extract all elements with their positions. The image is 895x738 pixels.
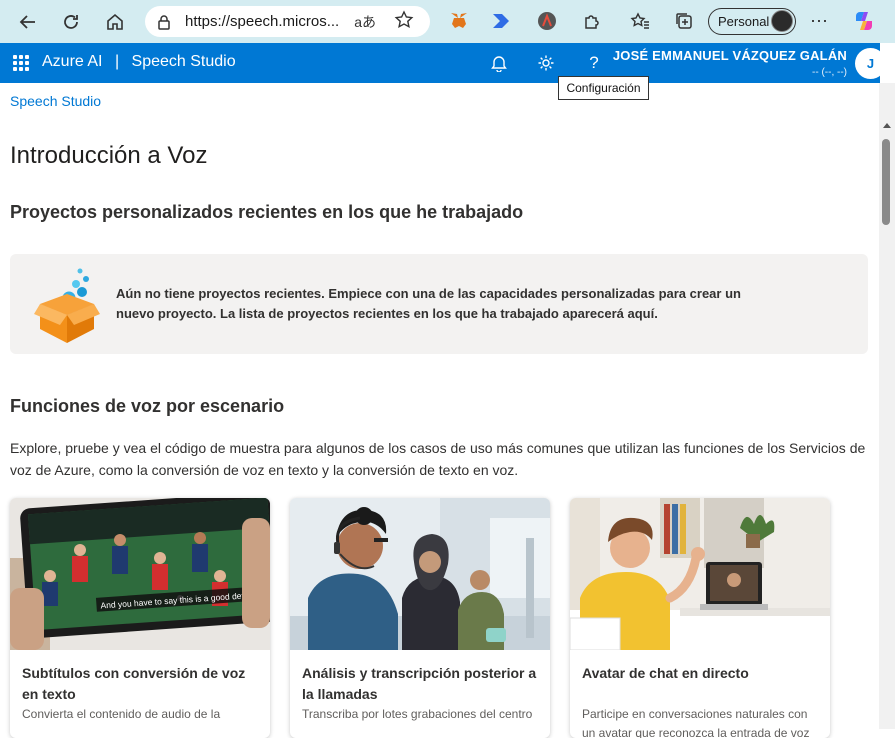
help-question-icon[interactable]: ? xyxy=(583,52,605,74)
recent-projects-empty-state: Aún no tiene proyectos recientes. Empiec… xyxy=(10,254,868,354)
copilot-icon[interactable] xyxy=(853,10,875,32)
card-title: Subtítulos con conversión de voz en text… xyxy=(22,665,246,702)
settings-tooltip: Configuración xyxy=(558,76,649,100)
favorite-star-icon[interactable] xyxy=(394,10,414,35)
read-aloud-icon[interactable]: aあ xyxy=(354,12,376,32)
power-automate-extension-icon[interactable] xyxy=(490,10,512,32)
brand-azure-ai: Azure AI xyxy=(42,53,103,70)
collections-icon[interactable] xyxy=(673,10,695,32)
app-launcher-waffle-icon[interactable] xyxy=(13,55,29,71)
url-text: https://speech.micros... xyxy=(185,13,340,30)
card-description: Convierta el contenido de audio de la xyxy=(22,707,221,721)
address-bar[interactable]: https://speech.micros... aあ xyxy=(145,6,430,37)
refresh-icon xyxy=(64,15,78,29)
breadcrumb-speech-studio[interactable]: Speech Studio xyxy=(10,93,101,109)
scenario-description: Explore, pruebe y vea el código de muest… xyxy=(10,440,866,478)
notifications-bell-icon[interactable] xyxy=(488,52,510,74)
card-title: Análisis y transcripción posterior a la … xyxy=(302,665,537,702)
metamask-extension-icon[interactable] xyxy=(448,10,470,32)
page-title: Introducción a Voz xyxy=(10,142,208,169)
user-avatar[interactable]: J xyxy=(855,48,886,79)
captioning-card-image: And you have to say this is a good defen… xyxy=(10,498,270,650)
app-header: Azure AI | Speech Studio ? JOSÉ EMMANUEL… xyxy=(0,43,880,83)
brand-separator: | xyxy=(114,53,120,70)
back-arrow-icon xyxy=(19,15,35,29)
home-button[interactable] xyxy=(101,8,129,36)
refresh-button[interactable] xyxy=(57,8,85,36)
brand-speech-studio: Speech Studio xyxy=(131,53,236,70)
settings-gear-icon[interactable] xyxy=(535,52,557,74)
home-icon xyxy=(107,13,123,30)
open-box-illustration-icon xyxy=(34,268,100,343)
lock-icon xyxy=(158,14,170,30)
recent-projects-heading: Proyectos personalizados recientes en lo… xyxy=(10,202,524,222)
extensions-puzzle-icon[interactable] xyxy=(581,10,603,32)
browser-toolbar: https://speech.micros... aあ Personal ⋯ xyxy=(0,0,895,43)
profile-button[interactable]: Personal xyxy=(708,8,796,35)
profile-label: Personal xyxy=(718,14,770,29)
extension-a-icon[interactable] xyxy=(536,10,558,32)
scrollbar-thumb[interactable] xyxy=(882,139,890,225)
scenario-card-captioning[interactable]: And you have to say this is a good defen… xyxy=(10,498,270,738)
profile-avatar xyxy=(771,10,793,32)
brand-title[interactable]: Azure AI | Speech Studio xyxy=(42,53,236,71)
call-center-card-image xyxy=(290,498,550,650)
card-description: Participe en conversaciones naturales co… xyxy=(582,707,810,738)
scenario-card-live-chat-avatar[interactable]: Avatar de chat en directo Participe en c… xyxy=(570,498,830,738)
back-button[interactable] xyxy=(14,8,42,36)
user-directory: -- (--, --) xyxy=(812,67,847,78)
page-scrollbar[interactable] xyxy=(879,83,895,729)
chat-avatar-card-image xyxy=(570,498,830,650)
scroll-up-arrow-icon[interactable] xyxy=(883,123,891,128)
card-description: Transcriba por lotes grabaciones del cen… xyxy=(302,707,533,721)
scenario-card-post-call-analytics[interactable]: Análisis y transcripción posterior a la … xyxy=(290,498,550,738)
scenario-heading: Funciones de voz por escenario xyxy=(10,396,285,416)
card-title: Avatar de chat en directo xyxy=(582,665,749,681)
more-menu-icon[interactable]: ⋯ xyxy=(808,10,830,32)
user-name[interactable]: JOSÉ EMMANUEL VÁZQUEZ GALÁN xyxy=(613,48,847,63)
empty-state-message: Aún no tiene proyectos recientes. Empiec… xyxy=(116,286,741,321)
favorites-icon[interactable] xyxy=(629,10,651,32)
